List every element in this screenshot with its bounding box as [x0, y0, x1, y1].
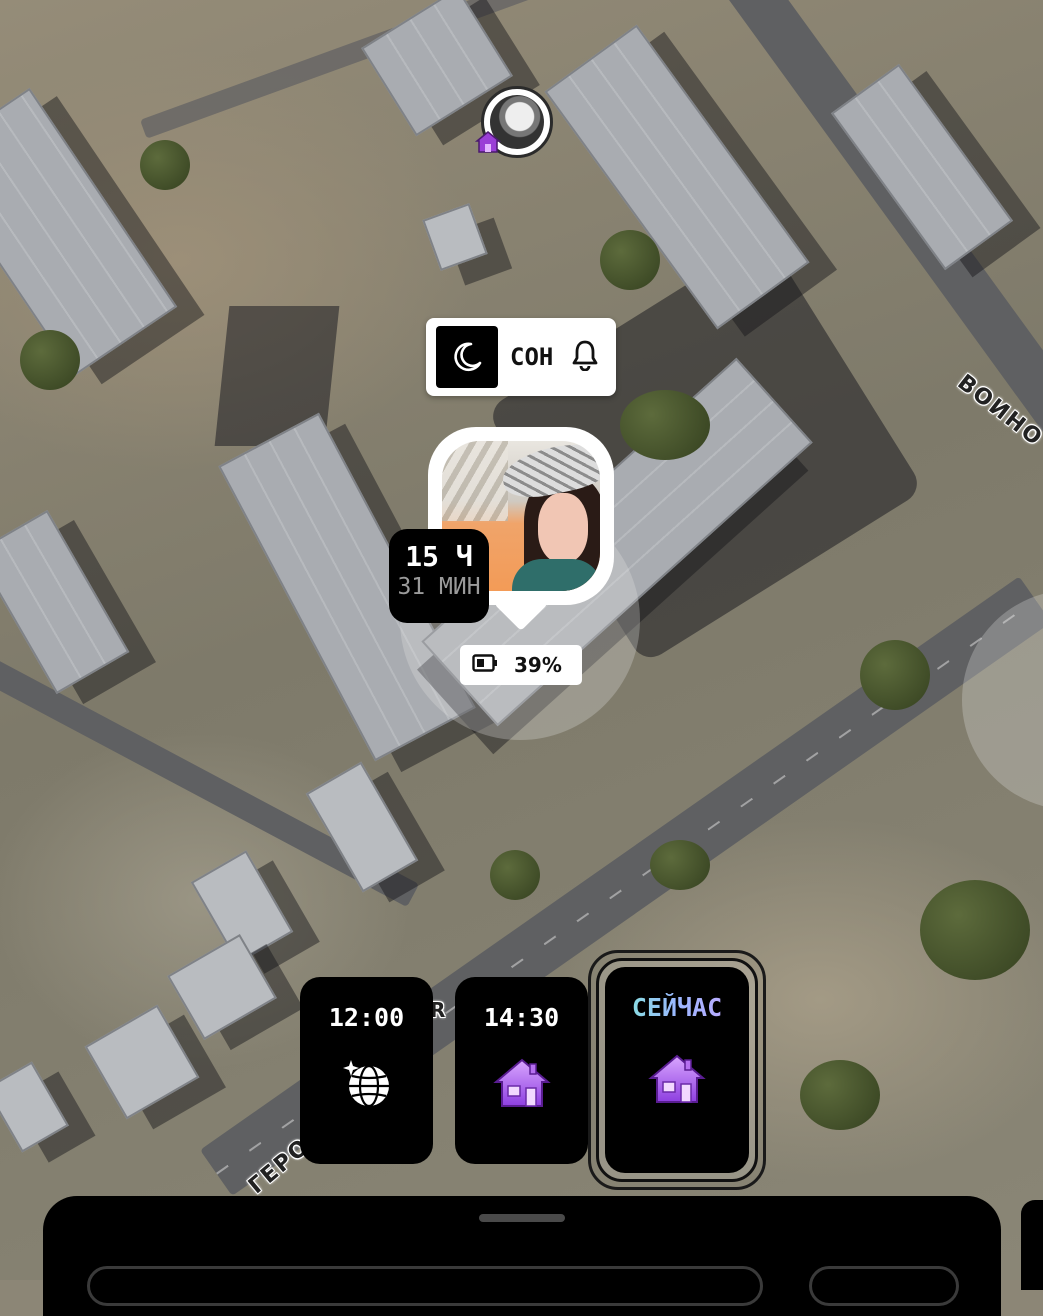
house-icon — [647, 1050, 707, 1110]
tree — [920, 880, 1030, 980]
status-label: СОН — [510, 343, 554, 371]
tree — [20, 330, 80, 390]
tree — [650, 840, 710, 890]
tree — [860, 640, 930, 710]
timeline-card-now[interactable]: СЕЙЧАС — [605, 967, 749, 1173]
duration-minutes: 31 МИН — [397, 574, 481, 600]
bell-icon[interactable] — [571, 339, 599, 375]
battery-badge: 39% — [460, 645, 582, 685]
apartment-building — [0, 509, 130, 695]
moon-icon — [436, 326, 498, 388]
building — [422, 203, 488, 271]
tree — [140, 140, 190, 190]
timeline-card-1430[interactable]: 14:30 — [455, 977, 588, 1164]
tree — [620, 390, 710, 460]
timeline-time: 14:30 — [483, 1003, 560, 1032]
tree — [800, 1060, 880, 1130]
sheet-drag-handle[interactable] — [479, 1214, 565, 1222]
house-icon — [492, 1054, 552, 1114]
building — [0, 1061, 69, 1153]
tree — [490, 850, 540, 900]
timeline-now-label: СЕЙЧАС — [605, 993, 749, 1022]
stay-duration-badge: 15 Ч 31 МИН — [389, 529, 489, 623]
battery-icon — [472, 654, 498, 676]
globe-sparkle-icon — [337, 1054, 397, 1114]
bottom-sheet[interactable] — [43, 1196, 1001, 1316]
tree — [600, 230, 660, 290]
timeline-time: 12:00 — [328, 1003, 405, 1032]
friend-location-marker[interactable] — [474, 86, 553, 158]
battery-percent: 39% — [514, 653, 562, 677]
sheet-action-button[interactable] — [809, 1266, 959, 1306]
sheet-input-field[interactable] — [87, 1266, 763, 1306]
house-icon — [474, 130, 502, 160]
timeline-card-1200[interactable]: 12:00 — [300, 977, 433, 1164]
duration-hours: 15 Ч — [405, 540, 473, 573]
building — [84, 1004, 200, 1120]
apartment-building — [544, 24, 810, 330]
side-panel-edge[interactable] — [1021, 1200, 1043, 1290]
sleep-status-pill[interactable]: СОН — [426, 318, 616, 396]
building — [305, 761, 419, 893]
